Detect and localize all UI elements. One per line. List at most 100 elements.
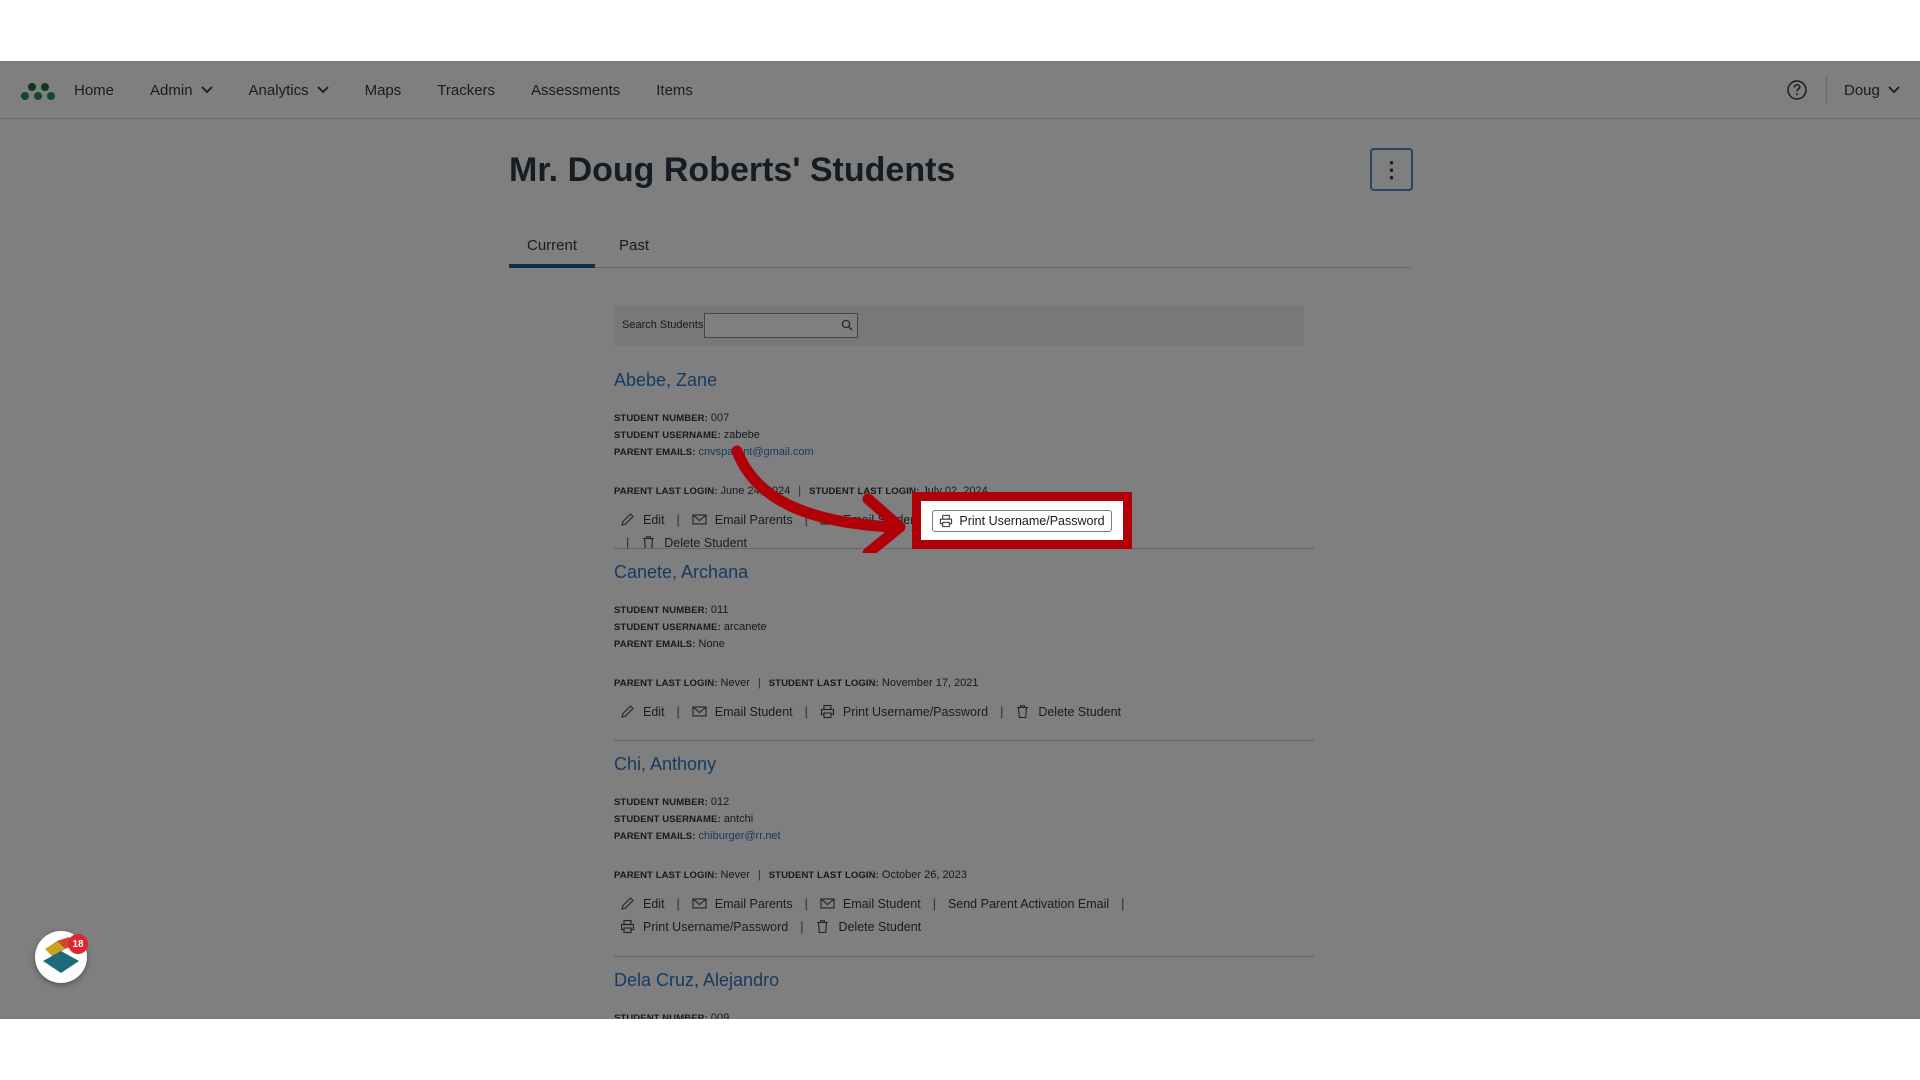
last-login-row: PARENT LAST LOGIN: Never | STUDENT LAST LO… [614, 869, 967, 881]
separator: | [804, 896, 808, 911]
send-activation-email-button[interactable]: Send Parent Activation Email [948, 897, 1109, 911]
parent-email-link[interactable]: chiburger@rr.net [699, 830, 781, 842]
student-last-login-value: November 17, 2021 [881, 677, 979, 689]
action-label: Edit [643, 704, 665, 719]
student-name-link[interactable]: Canete, Archana [614, 562, 1314, 583]
action-label: Email Student [714, 704, 793, 719]
action-label: Delete Student [1038, 704, 1122, 719]
pencil-icon [621, 705, 634, 718]
user-menu[interactable]: Doug [1844, 61, 1900, 119]
email-student-button[interactable]: Email Student [692, 704, 793, 719]
kebab-icon: ⋮ [1380, 156, 1403, 182]
separator: | [804, 704, 808, 719]
nav-item-home[interactable]: Home [74, 82, 114, 99]
printer-icon [820, 704, 834, 719]
student-number-row: STUDENT NUMBER: 011 [614, 602, 1314, 619]
chevron-down-icon [316, 86, 329, 94]
nav-item-label: Trackers [437, 81, 496, 99]
student-name-link[interactable]: Dela Cruz, Alejandro [614, 970, 1314, 991]
delete-student-button[interactable]: Delete Student [1015, 704, 1121, 719]
field-label: STUDENT USERNAME: [614, 430, 721, 441]
pencil-icon [621, 513, 634, 526]
chevron-down-icon [200, 86, 213, 94]
nav-item-analytics[interactable]: Analytics [249, 82, 329, 99]
field-label: STUDENT NUMBER: [614, 1013, 708, 1019]
separator: | [676, 704, 680, 719]
student-username-row: STUDENT USERNAME: arcanete [614, 619, 1314, 636]
print-credentials-button[interactable]: Print Username/Password [620, 919, 788, 934]
action-label: Print Username/Password [959, 513, 1105, 528]
search-label: Search Students [622, 319, 704, 331]
action-label: Edit [643, 512, 665, 527]
nav-item-label: Maps [364, 81, 402, 99]
student-username-row: STUDENT USERNAME: zabebe [614, 427, 1314, 444]
action-label: Edit [643, 896, 665, 911]
nav-item-assessments[interactable]: Assessments [531, 82, 620, 99]
print-credentials-button-highlighted[interactable]: Print Username/Password [932, 509, 1112, 532]
nav-item-items[interactable]: Items [656, 82, 693, 99]
field-label: PARENT LAST LOGIN: [614, 678, 718, 689]
field-label: PARENT LAST LOGIN: [614, 870, 718, 881]
field-label: STUDENT NUMBER: [614, 413, 708, 424]
edit-button[interactable]: Edit [620, 512, 665, 527]
action-label: Print Username/Password [842, 704, 989, 719]
envelope-icon [692, 898, 707, 909]
nav-item-label: Items [656, 81, 693, 99]
student-actions: Edit | Email Student | Print Username/Pa… [614, 704, 1134, 719]
separator: | [676, 896, 680, 911]
field-label: STUDENT USERNAME: [614, 622, 721, 633]
trash-icon [817, 920, 829, 934]
student-username-value: antchi [723, 813, 754, 825]
field-label: STUDENT USERNAME: [614, 814, 721, 825]
separator: | [1000, 704, 1004, 719]
divider [614, 740, 1314, 741]
search-icon[interactable] [841, 319, 853, 331]
action-label: Delete Student [838, 919, 922, 934]
app-logo-icon[interactable] [20, 79, 56, 103]
separator: | [1121, 896, 1125, 911]
nav-item-label: Admin [150, 81, 193, 99]
separator: | [800, 919, 804, 934]
nav-item-trackers[interactable]: Trackers [437, 82, 495, 99]
student-last-login-value: October 26, 2023 [881, 869, 967, 881]
highlight-frame: Print Username/Password [912, 492, 1132, 549]
student-number-row: STUDENT NUMBER: 009 [614, 1010, 1314, 1019]
student-username-value: zabebe [723, 429, 760, 441]
search-bar: Search Students [614, 305, 1304, 345]
more-options-button[interactable]: ⋮ [1370, 148, 1413, 191]
printer-icon [940, 514, 953, 527]
nav-menu: Home Admin Analytics Maps Trackers Asses… [74, 61, 729, 119]
parent-emails-row: PARENT EMAILS: chiburger@rr.net [614, 828, 1314, 845]
tab-past[interactable]: Past [614, 224, 654, 268]
student-card: Dela Cruz, Alejandro STUDENT NUMBER: 009 [614, 970, 1314, 1019]
field-label: STUDENT LAST LOGIN: [768, 678, 879, 689]
email-student-button[interactable]: Email Student [820, 896, 921, 911]
student-name-link[interactable]: Abebe, Zane [614, 370, 1314, 391]
separator: | [676, 512, 680, 527]
nav-item-maps[interactable]: Maps [365, 82, 402, 99]
action-label: Email Parents [714, 896, 793, 911]
edit-button[interactable]: Edit [620, 896, 665, 911]
edit-button[interactable]: Edit [620, 704, 665, 719]
search-input[interactable] [704, 313, 858, 338]
divider [614, 956, 1314, 957]
chevron-down-icon [1888, 86, 1900, 94]
tab-current[interactable]: Current [509, 224, 595, 268]
student-card: Canete, Archana STUDENT NUMBER: 011 STUD… [614, 562, 1314, 719]
nav-item-admin[interactable]: Admin [150, 82, 213, 99]
student-name-link[interactable]: Chi, Anthony [614, 754, 1314, 775]
field-label: STUDENT NUMBER: [614, 797, 708, 808]
email-parents-button[interactable]: Email Parents [692, 896, 793, 911]
student-username-row: STUDENT USERNAME: antchi [614, 811, 1314, 828]
student-number-value: 009 [710, 1012, 730, 1019]
nav-item-label: Home [74, 81, 115, 99]
nav-divider [1826, 76, 1827, 104]
student-actions: Edit | Email Parents | Email Student | S… [614, 896, 1154, 934]
nav-item-label: Assessments [531, 81, 621, 99]
tab-bar: Current Past [509, 224, 1411, 268]
last-login-row: PARENT LAST LOGIN: Never | STUDENT LAST LO… [614, 677, 979, 689]
field-label: PARENT LAST LOGIN: [614, 486, 718, 497]
print-credentials-button[interactable]: Print Username/Password [820, 704, 988, 719]
delete-student-button[interactable]: Delete Student [815, 919, 921, 934]
help-icon[interactable] [1786, 79, 1808, 101]
